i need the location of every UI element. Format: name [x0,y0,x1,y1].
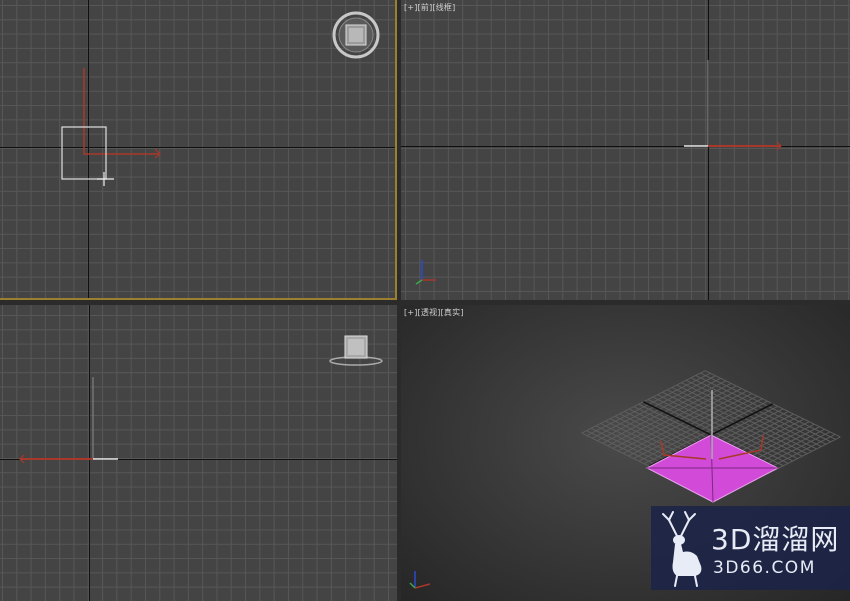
watermark-logo: 3D溜溜网 3D66.COM [651,506,850,590]
watermark-site-url: 3D66.COM [713,558,816,578]
viewcube-icon [329,335,383,366]
viewport-top[interactable] [0,0,397,300]
axis-tripod-icon [409,571,431,589]
pivot-axes [83,68,160,155]
deer-logo-icon [662,511,702,587]
left-viewport-overlay [19,335,383,464]
viewcube-icon [332,11,380,59]
watermark-site-name: 3D溜溜网 [711,523,840,556]
viewport-front[interactable]: [+][前][线框] [401,0,850,300]
viewport-left[interactable] [0,305,397,601]
top-viewport-overlay [61,11,380,186]
axis-tripod-icon [415,260,436,285]
front-viewport-overlay [415,60,782,285]
